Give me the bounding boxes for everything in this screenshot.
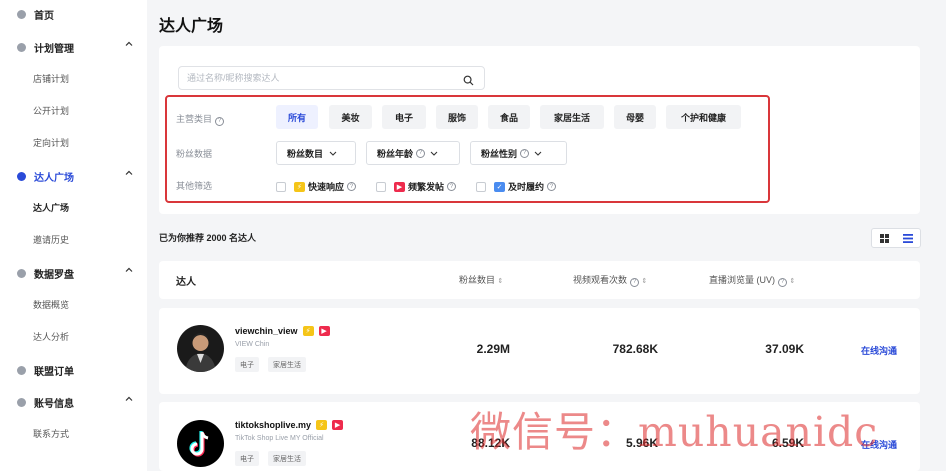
help-icon[interactable]: ? bbox=[547, 182, 557, 191]
category-chip-baby[interactable]: 母婴 bbox=[614, 105, 656, 129]
category-tag: 电子 bbox=[235, 357, 259, 372]
sidebar-item-data-compass[interactable]: 数据罗盘 bbox=[0, 266, 147, 281]
help-icon[interactable]: ? bbox=[215, 116, 225, 126]
col-creator: 达人 bbox=[176, 277, 196, 288]
chevron-down-icon bbox=[329, 151, 337, 156]
quick-response-filter[interactable]: ⚡ 快速响应? bbox=[276, 180, 357, 193]
chevron-up-icon bbox=[124, 394, 134, 404]
chevron-down-icon bbox=[534, 151, 542, 156]
avatar[interactable] bbox=[177, 325, 224, 372]
help-icon[interactable]: ? bbox=[347, 182, 357, 191]
video-icon: ▶ bbox=[318, 326, 330, 336]
search-box[interactable] bbox=[178, 66, 485, 90]
page-title: 达人广场 bbox=[159, 18, 224, 35]
creator-display-name: TikTok Shop Live MY Official bbox=[235, 435, 324, 442]
category-chip-apparel[interactable]: 服饰 bbox=[436, 105, 478, 129]
home-icon bbox=[17, 10, 26, 19]
fans-count-dropdown[interactable]: 粉丝数目 bbox=[276, 141, 356, 165]
plan-icon bbox=[17, 43, 26, 52]
help-icon[interactable]: ? bbox=[778, 277, 787, 287]
sidebar-item-creator-square[interactable]: 达人广场 bbox=[0, 169, 147, 184]
fans-label: 粉丝数据 bbox=[176, 149, 213, 159]
chat-online-link[interactable]: 在线沟通 bbox=[861, 344, 897, 357]
creator-icon bbox=[17, 172, 26, 181]
watermark-text: 微信号：muhuanidc bbox=[470, 408, 879, 456]
table-row[interactable] bbox=[159, 308, 920, 394]
account-icon bbox=[17, 398, 26, 407]
chevron-up-icon bbox=[124, 39, 134, 49]
creator-name[interactable]: tiktokshoplive.my ⚡ ▶ bbox=[235, 420, 346, 430]
help-icon[interactable]: ? bbox=[630, 277, 640, 287]
lightning-icon: ⚡ bbox=[294, 181, 305, 192]
sort-icon[interactable]: ⇕ bbox=[642, 278, 648, 285]
chevron-up-icon bbox=[124, 265, 134, 275]
sidebar: 首页 计划管理 店铺计划 公开计划 定向计划 达人广场 达人广场 邀请历史 数据… bbox=[0, 0, 147, 471]
video-views: 782.68K bbox=[612, 342, 658, 356]
orders-icon bbox=[17, 366, 26, 375]
fans-count: 2.29M bbox=[476, 342, 510, 356]
list-view-icon[interactable] bbox=[896, 229, 920, 247]
col-fans[interactable]: 粉丝数目 ⇕ bbox=[459, 273, 503, 286]
view-toggle bbox=[871, 228, 921, 248]
frequent-posting-checkbox[interactable] bbox=[376, 181, 386, 192]
category-tag: 家居生活 bbox=[268, 357, 306, 372]
sidebar-item-plan-mgmt[interactable]: 计划管理 bbox=[0, 40, 147, 55]
video-icon: ▶ bbox=[394, 181, 405, 192]
sidebar-item-home[interactable]: 首页 bbox=[0, 7, 147, 22]
category-chip-beauty[interactable]: 美妆 bbox=[329, 105, 372, 129]
sort-icon[interactable]: ⇕ bbox=[790, 278, 796, 285]
live-views: 37.09K bbox=[765, 342, 804, 356]
compass-icon bbox=[17, 269, 26, 278]
category-chip-all[interactable]: 所有 bbox=[276, 105, 318, 129]
category-chip-home[interactable]: 家居生活 bbox=[540, 105, 604, 129]
chevron-down-icon bbox=[430, 151, 438, 156]
sidebar-item-creator-analysis[interactable]: 达人分析 bbox=[0, 330, 147, 343]
frequent-posting-filter[interactable]: ▶ 频繁发帖? bbox=[376, 180, 457, 193]
col-views[interactable]: 视频观看次数? ⇕ bbox=[573, 273, 647, 287]
sidebar-item-affiliate-orders[interactable]: 联盟订单 bbox=[0, 363, 147, 378]
sort-icon[interactable]: ⇕ bbox=[498, 278, 504, 285]
sidebar-item-targeted-plan[interactable]: 定向计划 bbox=[0, 136, 147, 149]
category-chip-personal-care[interactable]: 个护和健康 bbox=[666, 105, 741, 129]
sidebar-item-invite-history[interactable]: 邀请历史 bbox=[0, 233, 147, 246]
help-icon[interactable]: ? bbox=[447, 182, 457, 191]
creator-display-name: VIEW Chin bbox=[235, 341, 270, 348]
sidebar-item-public-plan[interactable]: 公开计划 bbox=[0, 104, 147, 117]
category-chip-food[interactable]: 食品 bbox=[488, 105, 530, 129]
col-live[interactable]: 直播浏览量 (UV)? ⇕ bbox=[709, 273, 795, 287]
sidebar-item-account-info[interactable]: 账号信息 bbox=[0, 395, 147, 410]
video-icon: ▶ bbox=[332, 420, 344, 430]
search-icon[interactable] bbox=[463, 73, 474, 86]
category-tag: 家居生活 bbox=[268, 451, 306, 466]
quick-response-checkbox[interactable] bbox=[276, 181, 286, 192]
table-header bbox=[159, 261, 920, 299]
lightning-icon: ⚡ bbox=[302, 326, 314, 336]
sidebar-item-store-plan[interactable]: 店铺计划 bbox=[0, 72, 147, 85]
chevron-up-icon bbox=[124, 168, 134, 178]
creator-name[interactable]: viewchin_view ⚡ ▶ bbox=[235, 326, 333, 336]
category-chip-electronics[interactable]: 电子 bbox=[382, 105, 426, 129]
sidebar-item-contact[interactable]: 联系方式 bbox=[0, 427, 147, 440]
help-icon[interactable]: ? bbox=[520, 148, 530, 158]
sidebar-item-creator-square-sub[interactable]: 达人广场 bbox=[0, 201, 147, 214]
help-icon[interactable]: ? bbox=[416, 148, 426, 158]
other-label: 其他筛选 bbox=[176, 181, 213, 191]
sidebar-item-data-overview[interactable]: 数据概览 bbox=[0, 298, 147, 311]
avatar[interactable] bbox=[177, 420, 224, 467]
timely-fulfill-checkbox[interactable] bbox=[476, 181, 486, 192]
category-label: 主营类目? bbox=[176, 112, 225, 126]
category-tag: 电子 bbox=[235, 451, 259, 466]
search-input[interactable] bbox=[179, 73, 459, 83]
timely-fulfill-filter[interactable]: ✓ 及时履约? bbox=[476, 180, 557, 193]
grid-view-icon[interactable] bbox=[872, 229, 896, 247]
fans-gender-dropdown[interactable]: 粉丝性别? bbox=[470, 141, 567, 165]
fans-age-dropdown[interactable]: 粉丝年龄? bbox=[366, 141, 460, 165]
lightning-icon: ⚡ bbox=[316, 420, 328, 430]
result-count: 已为你推荐 2000 名达人 bbox=[159, 233, 257, 243]
shield-check-icon: ✓ bbox=[494, 181, 505, 192]
